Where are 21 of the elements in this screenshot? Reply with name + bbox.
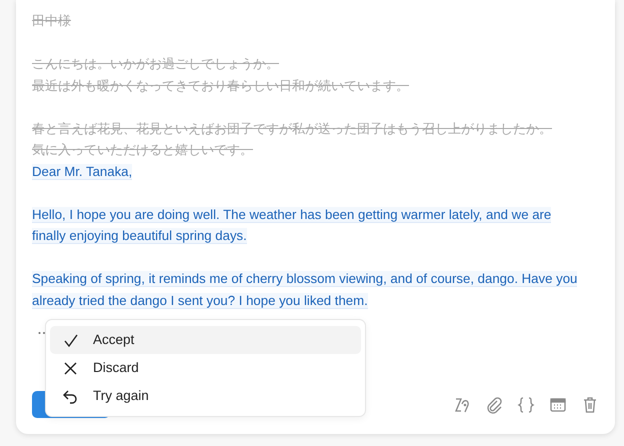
deleted-text: こんにちは。いかがお過ごしでしょうか。 xyxy=(32,55,279,73)
rewrite-icon[interactable] xyxy=(453,396,471,414)
attachment-icon[interactable] xyxy=(485,396,503,414)
deleted-text: 最近は外も暖かくなってきており春らしい日和が続いています。 xyxy=(32,76,409,94)
deleted-text: 気に入っていただけると嬉しいです。 xyxy=(32,141,253,159)
calendar-icon[interactable] xyxy=(549,396,567,414)
trash-icon[interactable] xyxy=(581,396,599,414)
deleted-text: 春と言えば花見、花見といえばお団子ですが私が送った団子はもう召し上がりましたか。 xyxy=(32,120,552,138)
braces-icon[interactable] xyxy=(517,396,535,414)
inserted-text: already tried the dango I sent you? I hope you liked them. xyxy=(32,292,368,308)
inserted-text: Dear Mr. Tanaka, xyxy=(32,164,132,180)
menu-item[interactable]: Try again xyxy=(50,382,361,410)
deleted-text: 田中様 xyxy=(32,12,71,30)
inserted-text: Speaking of spring, it reminds me of cherry blossom viewing, and of course, dango. Have you xyxy=(32,271,578,287)
undo-icon xyxy=(62,388,79,404)
menu-item[interactable]: Accept xyxy=(50,326,361,354)
more-icon[interactable] xyxy=(38,331,46,335)
inserted-text: Hello, I hope you are doing well. The weather has been getting warmer lately, and we are xyxy=(32,206,552,222)
menu-item[interactable]: Discard xyxy=(50,354,361,382)
inserted-text: finally enjoying beautiful spring days. xyxy=(32,228,247,244)
close-icon xyxy=(62,360,79,376)
